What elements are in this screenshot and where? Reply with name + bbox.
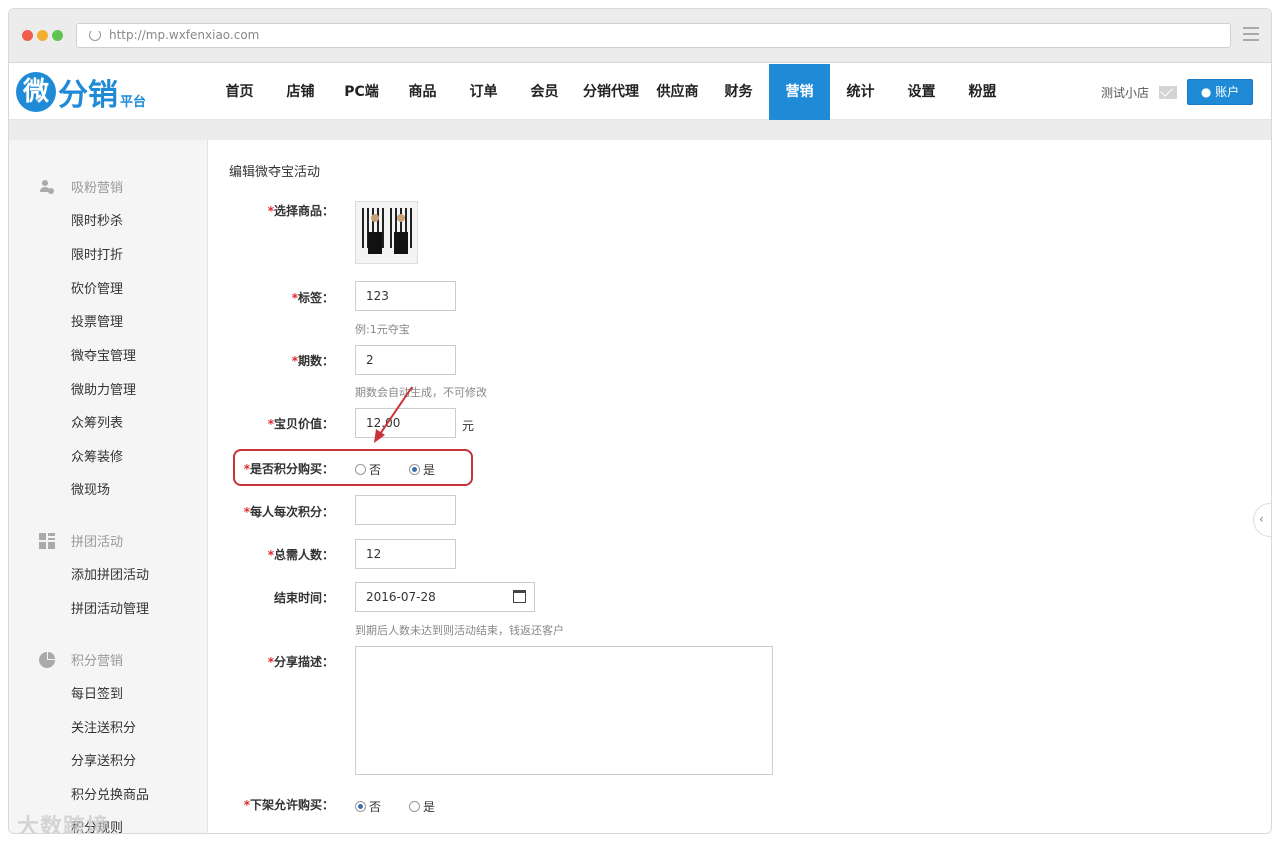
tag-hint: 例:1元夺宝 — [355, 323, 410, 336]
total-input[interactable]: 12 — [355, 539, 456, 569]
nav-item-marketing[interactable]: 营销 — [769, 64, 830, 120]
close-window-icon[interactable] — [22, 30, 33, 41]
product-label: *选择商品： — [267, 204, 334, 218]
radio-no[interactable] — [355, 801, 366, 812]
app-header: 微 分销 平台 首页 店铺 PC端 商品 订单 会员 分销代理 供应商 财务 营… — [9, 64, 1271, 120]
nav-item-stats[interactable]: 统计 — [830, 64, 891, 120]
nav-item-suppliers[interactable]: 供应商 — [647, 64, 708, 120]
url-text: http://mp.wxfenxiao.com — [109, 28, 260, 42]
sidebar-item-add-group-buy[interactable]: 添加拼团活动 — [71, 564, 149, 583]
nav-item-members[interactable]: 会员 — [514, 64, 575, 120]
account-label: 账户 — [1215, 85, 1240, 99]
reload-icon[interactable] — [89, 29, 101, 41]
main-content: 编辑微夺宝活动 *选择商品： *标签： 123 例:1元夺宝 *期数： 2 期数… — [208, 140, 1271, 833]
total-label: *总需人数： — [267, 548, 334, 562]
calendar-icon[interactable] — [513, 590, 526, 603]
sidebar-item-points-exchange[interactable]: 积分兑换商品 — [71, 784, 149, 803]
points-buy-yes-option[interactable]: 是 — [409, 461, 435, 478]
sidebar-item-manage-group-buy[interactable]: 拼团活动管理 — [71, 598, 149, 617]
points-per-label: *每人每次积分： — [243, 505, 334, 519]
price-label: *宝贝价值： — [267, 417, 334, 431]
radio-no[interactable] — [355, 464, 366, 475]
sidebar: 吸粉营销 限时秒杀 限时打折 砍价管理 投票管理 微夺宝管理 微助力管理 众筹列… — [9, 140, 208, 833]
points-per-input[interactable] — [355, 495, 456, 525]
offshelf-no-option[interactable]: 否 — [355, 798, 381, 815]
share-textarea[interactable] — [355, 646, 773, 775]
sidebar-item-assist[interactable]: 微助力管理 — [71, 379, 136, 398]
sidebar-group-points: 积分营销 — [39, 650, 123, 669]
address-bar[interactable]: http://mp.wxfenxiao.com — [76, 23, 1231, 48]
offshelf-yes-option[interactable]: 是 — [409, 798, 435, 815]
grid-icon — [39, 532, 55, 549]
user-add-icon — [39, 179, 55, 195]
nav-item-home[interactable]: 首页 — [209, 64, 270, 120]
end-hint: 到期后人数未达到则活动结束，钱返还客户 — [355, 624, 564, 637]
nav-item-orders[interactable]: 订单 — [453, 64, 514, 120]
watermark: 大数跨境 — [17, 815, 110, 834]
sidebar-item-share-points[interactable]: 分享送积分 — [71, 750, 136, 769]
nav-item-finance[interactable]: 财务 — [708, 64, 769, 120]
pie-chart-icon — [39, 651, 55, 668]
annotation-arrow — [374, 386, 413, 443]
page-title: 编辑微夺宝活动 — [229, 165, 321, 180]
sidebar-item-crowdfund-decor[interactable]: 众筹装修 — [71, 446, 123, 465]
end-date-input[interactable]: 2016-07-28 — [355, 582, 535, 612]
sidebar-item-follow-points[interactable]: 关注送积分 — [71, 717, 136, 736]
maximize-window-icon[interactable] — [52, 30, 63, 41]
end-date-value: 2016-07-28 — [366, 590, 436, 604]
sidebar-item-flash-sale[interactable]: 限时秒杀 — [71, 210, 123, 229]
tag-label: *标签： — [291, 291, 334, 305]
shop-info: 测试小店 — [1101, 84, 1177, 101]
share-label: *分享描述： — [267, 655, 334, 669]
nav-item-settings[interactable]: 设置 — [891, 64, 952, 120]
logo-sub: 平台 — [120, 94, 147, 110]
user-icon: ● — [1200, 85, 1212, 99]
sidebar-item-crowdfund-list[interactable]: 众筹列表 — [71, 412, 123, 431]
nav-item-pc[interactable]: PC端 — [331, 64, 392, 120]
browser-chrome: http://mp.wxfenxiao.com — [9, 9, 1271, 63]
product-thumbnail[interactable] — [355, 201, 418, 264]
browser-menu-icon[interactable] — [1243, 27, 1259, 41]
main-nav: 首页 店铺 PC端 商品 订单 会员 分销代理 供应商 财务 营销 统计 设置 … — [209, 64, 1013, 120]
sidebar-item-lucky-draw[interactable]: 微夺宝管理 — [71, 345, 136, 364]
price-unit: 元 — [462, 419, 475, 433]
collapse-panel-icon[interactable]: ‹ — [1253, 503, 1271, 537]
shop-name[interactable]: 测试小店 — [1101, 84, 1149, 101]
header-divider — [9, 120, 1271, 140]
account-button[interactable]: ● 账户 — [1187, 79, 1253, 105]
period-input[interactable]: 2 — [355, 345, 456, 375]
sidebar-item-bargain[interactable]: 砍价管理 — [71, 278, 123, 297]
minimize-window-icon[interactable] — [37, 30, 48, 41]
browser-window: http://mp.wxfenxiao.com 微 分销 平台 首页 店铺 PC… — [8, 8, 1272, 834]
offshelf-label: *下架允许购买： — [243, 798, 334, 812]
nav-item-products[interactable]: 商品 — [392, 64, 453, 120]
radio-yes[interactable] — [409, 464, 420, 475]
points-buy-label: *是否积分购买： — [243, 462, 334, 476]
sidebar-item-vote[interactable]: 投票管理 — [71, 311, 123, 330]
nav-item-alliance[interactable]: 粉盟 — [952, 64, 1013, 120]
tag-input[interactable]: 123 — [355, 281, 456, 311]
sidebar-group-group-buy: 拼团活动 — [39, 531, 123, 550]
end-label: 结束时间： — [273, 591, 334, 605]
nav-item-store[interactable]: 店铺 — [270, 64, 331, 120]
logo[interactable]: 微 分销 平台 — [16, 72, 147, 113]
sidebar-item-daily-checkin[interactable]: 每日签到 — [71, 683, 123, 702]
radio-yes[interactable] — [409, 801, 420, 812]
sidebar-item-timed-discount[interactable]: 限时打折 — [71, 244, 123, 263]
nav-item-agents[interactable]: 分销代理 — [575, 64, 647, 120]
period-label: *期数： — [291, 354, 334, 368]
sidebar-group-fans: 吸粉营销 — [39, 177, 123, 196]
mail-icon[interactable] — [1159, 86, 1177, 99]
sidebar-item-live[interactable]: 微现场 — [71, 479, 110, 498]
points-buy-no-option[interactable]: 否 — [355, 461, 381, 478]
